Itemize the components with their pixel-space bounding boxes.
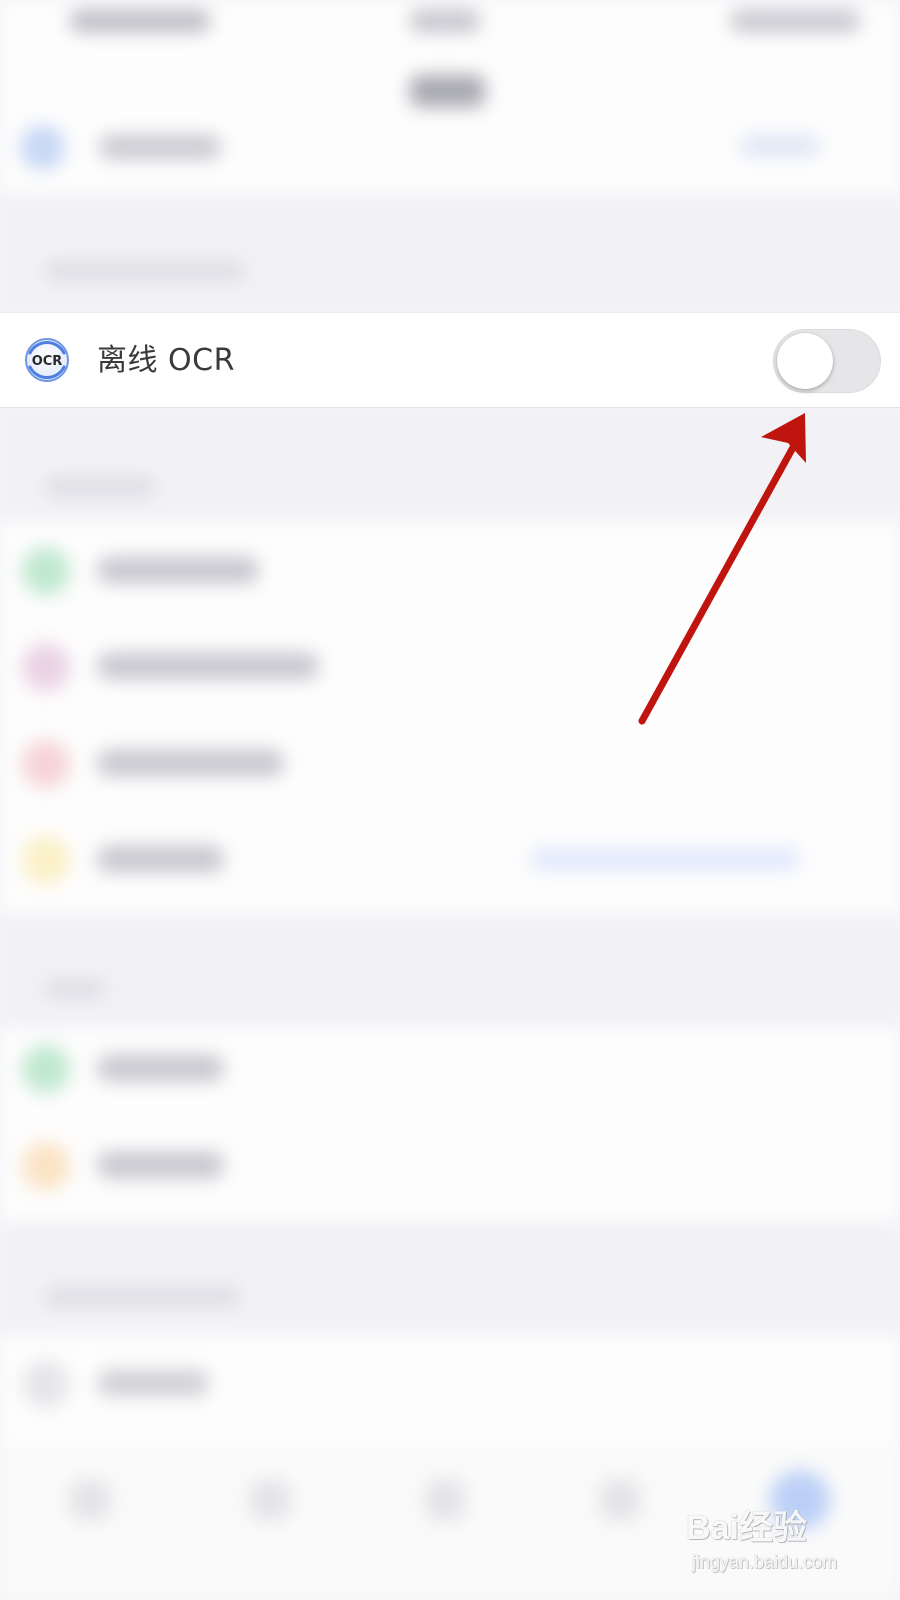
blurred-status-icons [730,10,860,32]
blurred-text [98,1152,223,1178]
ocr-icon-text: OCR [32,354,63,369]
offline-ocr-row: OCR 离线 OCR [0,312,900,408]
blurred-icon [22,1045,70,1093]
watermark-url: jingyan.baidu.com [692,1552,838,1572]
blurred-icon [22,643,70,691]
blurred-tab-icon [70,1480,110,1520]
blurred-section-header [45,1288,240,1306]
blurred-icon [22,1360,70,1408]
blurred-section-gap [0,915,900,1027]
watermark-brand: Bai经验 [686,1509,807,1547]
blurred-tab-icon [425,1480,465,1520]
blurred-icon [22,547,70,595]
blurred-tab-icon [250,1480,290,1520]
blurred-status-time [410,10,480,32]
blurred-text [98,653,318,679]
blurred-section-gap [0,408,900,520]
offline-ocr-label: 离线 OCR [97,343,235,378]
blurred-section-header [45,262,245,280]
toggle-knob[interactable] [777,333,833,389]
blurred-status-text [70,10,210,32]
blurred-text [98,1055,223,1081]
blurred-icon [22,1142,70,1190]
blurred-text [530,848,800,870]
blurred-text [100,135,220,159]
baidu-jingyan-watermark: Bai经验 jingyan.baidu.com [686,1500,886,1580]
blurred-section-header [45,980,105,998]
blurred-background [0,0,900,1600]
blurred-section-gap [0,1222,900,1334]
blurred-section-header [45,478,155,496]
ocr-icon: OCR [25,338,69,382]
blurred-text [98,750,283,776]
blurred-text [98,557,258,583]
blurred-text [98,846,223,872]
blurred-icon [22,836,70,884]
blurred-tab-icon [600,1480,640,1520]
offline-ocr-toggle[interactable] [773,329,881,393]
blurred-text [98,1370,208,1396]
blurred-section-gap [0,195,900,312]
blurred-text [740,135,820,157]
blurred-icon [20,125,65,170]
blurred-icon [22,740,70,788]
blurred-page-title [410,75,485,107]
